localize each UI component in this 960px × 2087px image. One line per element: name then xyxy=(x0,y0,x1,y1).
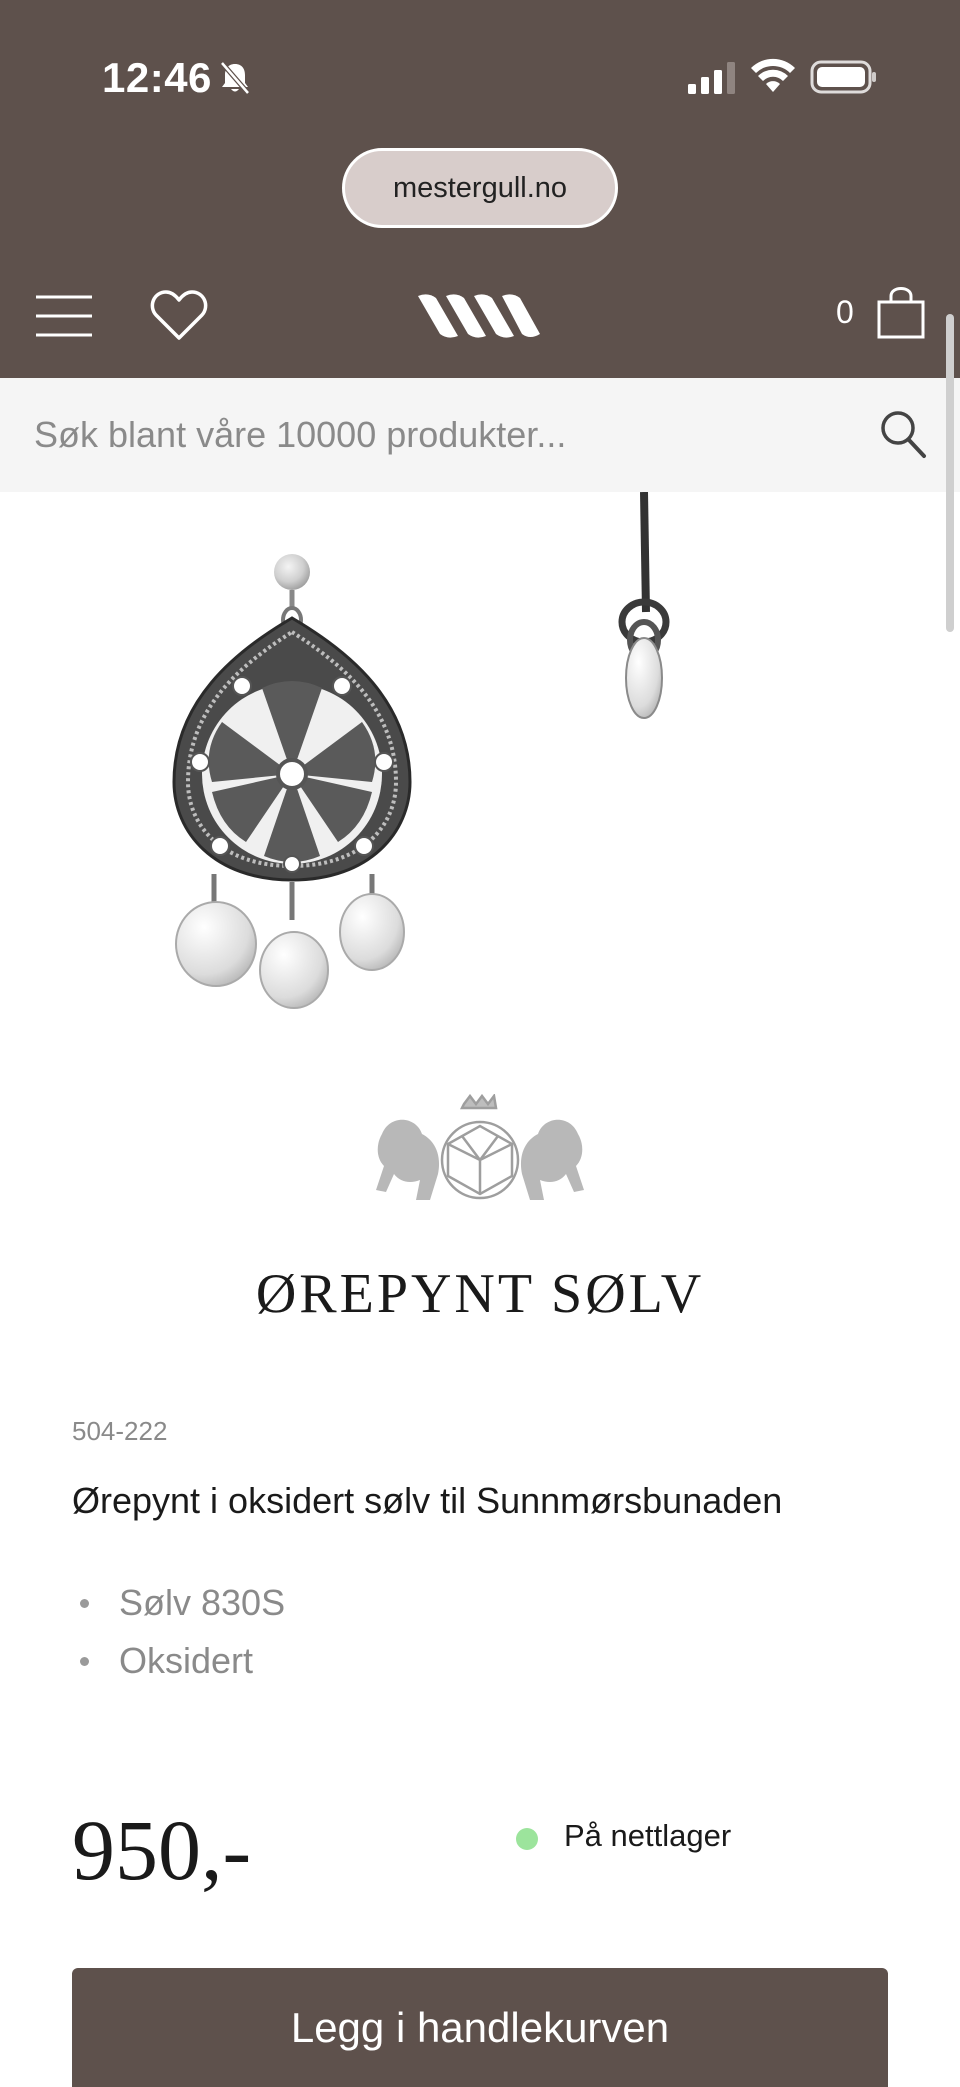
stock-status-icon xyxy=(516,1828,538,1850)
spec-item: Oksidert xyxy=(72,1632,285,1690)
add-to-cart-button[interactable]: Legg i handlekurven xyxy=(72,1968,888,2087)
product-specs: Sølv 830S Oksidert xyxy=(72,1574,285,1690)
wifi-icon xyxy=(751,58,795,92)
search-input[interactable] xyxy=(34,378,854,492)
search-icon[interactable] xyxy=(878,406,928,462)
mestergull-logo[interactable] xyxy=(418,290,540,340)
stock-status-label: På nettlager xyxy=(564,1818,732,1853)
menu-icon[interactable] xyxy=(34,294,94,338)
bell-slash-icon xyxy=(220,61,250,95)
brand-heading: ØREPYNT SØLV xyxy=(255,1263,705,1325)
shopping-bag-icon[interactable] xyxy=(876,284,926,340)
product-sku: 504-222 xyxy=(72,1416,168,1446)
product-image[interactable] xyxy=(0,492,960,1022)
address-bar[interactable]: mestergull.no xyxy=(342,148,618,228)
top-header: 12:46 mestergull.no 0 xyxy=(0,0,960,378)
status-bar: 12:46 xyxy=(0,0,960,140)
spec-text: Oksidert xyxy=(119,1640,254,1681)
bullet-icon xyxy=(80,1656,89,1666)
brand-crest-logo xyxy=(376,1094,584,1200)
battery-icon xyxy=(810,60,876,94)
bullet-icon xyxy=(80,1598,89,1608)
product-price: 950,- xyxy=(72,1802,252,1898)
spec-text: Sølv 830S xyxy=(119,1582,286,1623)
signal-icon xyxy=(688,62,735,94)
search-bar xyxy=(0,378,960,492)
cart-count: 0 xyxy=(836,294,854,330)
product-title: Ørepynt i oksidert sølv til Sunnmørsbuna… xyxy=(72,1480,783,1521)
spec-item: Sølv 830S xyxy=(72,1574,285,1632)
heart-icon[interactable] xyxy=(150,288,208,342)
clock: 12:46 xyxy=(102,54,212,101)
